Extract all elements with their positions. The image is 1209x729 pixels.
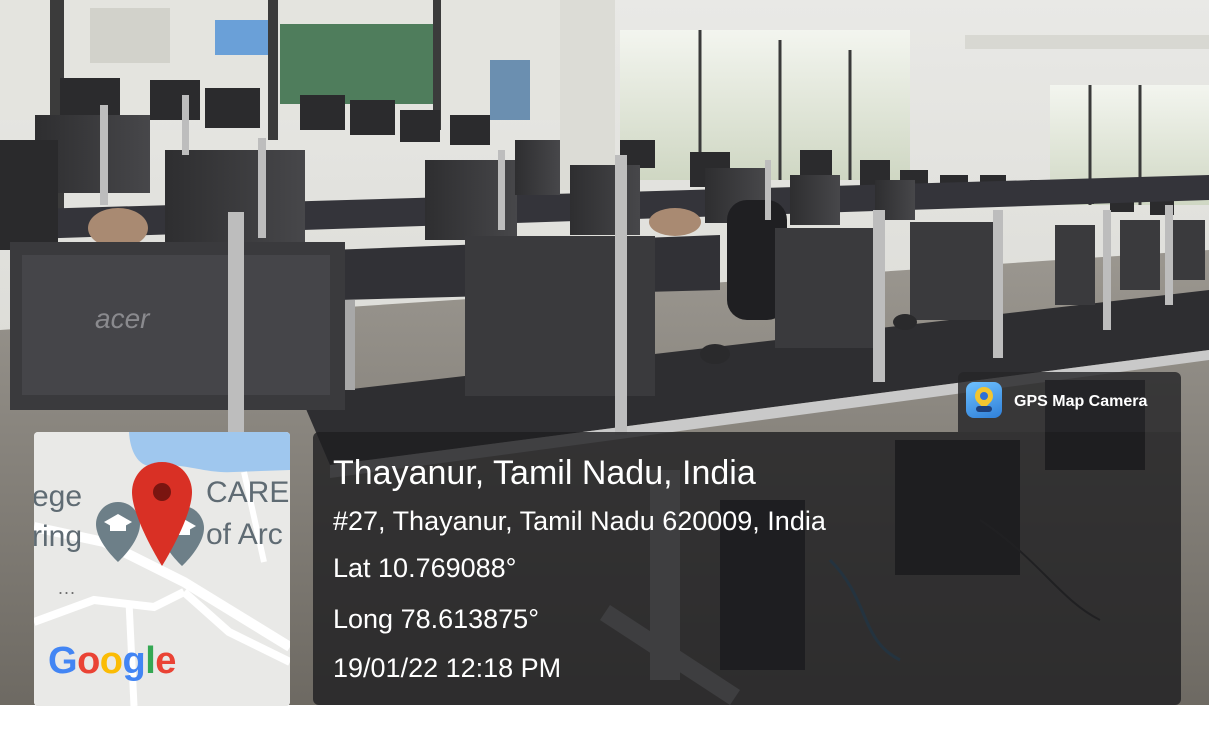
acer-logo-text: acer [95,303,151,334]
google-logo-letter: o [99,640,123,682]
map-label: of Arc [206,518,283,551]
google-logo-letter: l [145,640,156,682]
google-logo-letter: g [122,640,146,682]
location-title: Thayanur, Tamil Nadu, India [333,454,756,492]
gps-app-badge: GPS Map Camera [958,372,1181,432]
map-label: ege [34,480,83,513]
google-logo-letter: G [48,640,78,682]
latitude-value: Lat 10.769088° [333,553,517,583]
map-dots: ... [58,578,77,598]
map-label: CARE [206,476,290,509]
gps-app-name: GPS Map Camera [1014,393,1148,410]
longitude-value: Long 78.613875° [333,604,539,634]
date-time-value: 19/01/22 12:18 PM [333,653,562,683]
google-logo-letter: e [155,640,176,682]
location-info-panel: Thayanur, Tamil Nadu, India #27, Thayanu… [313,432,1181,705]
mini-map: ege ring CARE of Arc ... Google [34,432,290,706]
gps-map-camera-icon [966,382,1002,418]
map-label: ring [34,520,83,553]
location-address: #27, Thayanur, Tamil Nadu 620009, India [333,506,826,536]
google-logo: Google [48,640,176,683]
google-logo-letter: o [77,640,100,682]
